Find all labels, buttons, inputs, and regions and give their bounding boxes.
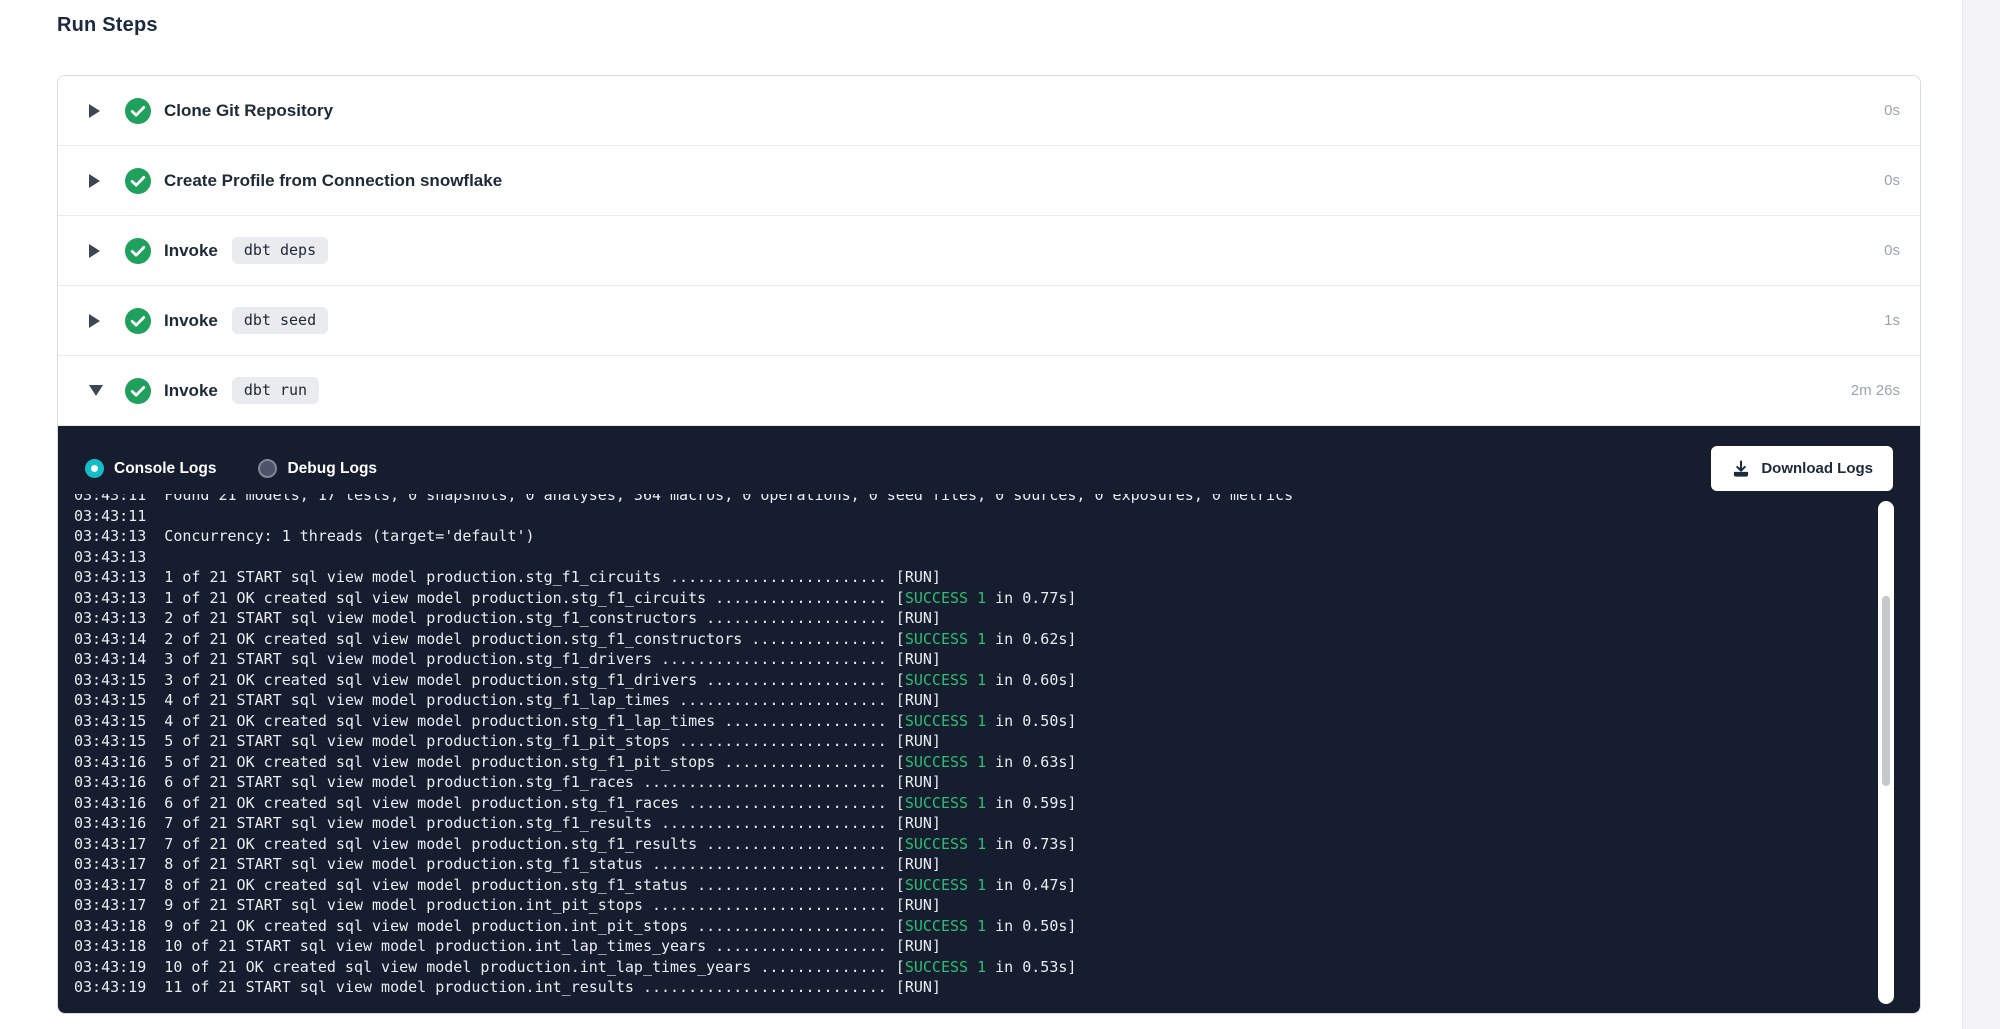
log-line: 03:43:13	[74, 547, 1860, 568]
step-label: Invoke	[164, 381, 218, 401]
step-label: Clone Git Repository	[164, 101, 333, 121]
step-label: Invoke	[164, 311, 218, 331]
step-duration: 2m 26s	[1851, 382, 1900, 399]
log-line: 03:43:18 10 of 21 START sql view model p…	[74, 936, 1860, 957]
log-line: 03:43:11 Found 21 models, 17 tests, 0 sn…	[74, 494, 1860, 506]
console-logs-label[interactable]: Console Logs	[114, 460, 216, 478]
log-line: 03:43:14 3 of 21 START sql view model pr…	[74, 649, 1860, 670]
check-circle-icon	[125, 98, 151, 124]
step-duration: 0s	[1884, 242, 1900, 259]
step-command-badge: dbt run	[232, 377, 319, 404]
console-logs-radio-group[interactable]: Console Logs	[85, 459, 216, 478]
log-line: 03:43:15 3 of 21 OK created sql view mod…	[74, 670, 1860, 691]
log-line: 03:43:16 5 of 21 OK created sql view mod…	[74, 752, 1860, 773]
debug-logs-radio-group[interactable]: Debug Logs	[258, 459, 377, 478]
step-command-badge: dbt deps	[232, 237, 328, 264]
check-circle-icon	[125, 378, 151, 404]
step-row[interactable]: Create Profile from Connection snowflake…	[58, 146, 1920, 216]
log-line: 03:43:15 5 of 21 START sql view model pr…	[74, 731, 1860, 752]
step-row[interactable]: Clone Git Repository 0s	[58, 76, 1920, 146]
log-line: 03:43:17 9 of 21 START sql view model pr…	[74, 895, 1860, 916]
log-line: 03:43:17 7 of 21 OK created sql view mod…	[74, 834, 1860, 855]
debug-logs-label[interactable]: Debug Logs	[287, 460, 377, 478]
step-row[interactable]: Invoke dbt seed 1s	[58, 286, 1920, 356]
console-log-viewport[interactable]: 03:43:11 Found 21 models, 17 tests, 0 sn…	[74, 494, 1860, 1006]
step-label: Create Profile from Connection snowflake	[164, 171, 502, 191]
log-line: 03:43:15 4 of 21 OK created sql view mod…	[74, 711, 1860, 732]
radio-unselected-icon[interactable]	[258, 459, 277, 478]
radio-selected-icon[interactable]	[85, 459, 104, 478]
step-duration: 1s	[1884, 312, 1900, 329]
caret-icon[interactable]	[89, 174, 102, 188]
log-line: 03:43:18 9 of 21 OK created sql view mod…	[74, 916, 1860, 937]
log-line: 03:43:16 6 of 21 START sql view model pr…	[74, 772, 1860, 793]
page-title: Run Steps	[57, 14, 158, 37]
log-line: 03:43:15 4 of 21 START sql view model pr…	[74, 690, 1860, 711]
log-line: 03:43:11	[74, 506, 1860, 527]
caret-icon[interactable]	[89, 244, 102, 258]
log-line: 03:43:13 1 of 21 START sql view model pr…	[74, 567, 1860, 588]
log-line: 03:43:13 2 of 21 START sql view model pr…	[74, 608, 1860, 629]
download-logs-button[interactable]: Download Logs	[1711, 446, 1893, 491]
caret-icon[interactable]	[89, 314, 102, 328]
step-rows: Clone Git Repository 0s Create Profile f…	[58, 76, 1920, 426]
log-line: 03:43:16 6 of 21 OK created sql view mod…	[74, 793, 1860, 814]
log-line: 03:43:13 1 of 21 OK created sql view mod…	[74, 588, 1860, 609]
log-line: 03:43:14 2 of 21 OK created sql view mod…	[74, 629, 1860, 650]
log-line: 03:43:13 Concurrency: 1 threads (target=…	[74, 526, 1860, 547]
step-row[interactable]: Invoke dbt run 2m 26s	[58, 356, 1920, 426]
log-line: 03:43:19 10 of 21 OK created sql view mo…	[74, 957, 1860, 978]
log-scrollbar-track[interactable]	[1878, 501, 1894, 1004]
log-line: 03:43:17 8 of 21 OK created sql view mod…	[74, 875, 1860, 896]
check-circle-icon	[125, 168, 151, 194]
download-logs-button-label: Download Logs	[1761, 460, 1873, 477]
step-duration: 0s	[1884, 172, 1900, 189]
log-panel-toolbar: Console Logs Debug Logs Download Logs	[58, 426, 1920, 491]
log-line: 03:43:17 8 of 21 START sql view model pr…	[74, 854, 1860, 875]
caret-icon[interactable]	[89, 104, 102, 118]
page-background-strip	[1962, 0, 2000, 1029]
log-scrollbar-thumb[interactable]	[1882, 596, 1890, 786]
step-row[interactable]: Invoke dbt deps 0s	[58, 216, 1920, 286]
console-log: 03:43:11 Found 21 models, 17 tests, 0 sn…	[74, 494, 1860, 998]
download-icon	[1731, 459, 1751, 479]
run-steps-card: Clone Git Repository 0s Create Profile f…	[57, 75, 1921, 1014]
check-circle-icon	[125, 238, 151, 264]
step-label: Invoke	[164, 241, 218, 261]
log-panel: Console Logs Debug Logs Download Logs	[58, 426, 1920, 1013]
step-command-badge: dbt seed	[232, 307, 328, 334]
log-line: 03:43:16 7 of 21 START sql view model pr…	[74, 813, 1860, 834]
log-line: 03:43:19 11 of 21 START sql view model p…	[74, 977, 1860, 998]
step-duration: 0s	[1884, 102, 1900, 119]
check-circle-icon	[125, 308, 151, 334]
caret-icon[interactable]	[89, 385, 102, 396]
run-steps-page: Run Steps Clone Git Repository 0s Create…	[0, 0, 2000, 1029]
